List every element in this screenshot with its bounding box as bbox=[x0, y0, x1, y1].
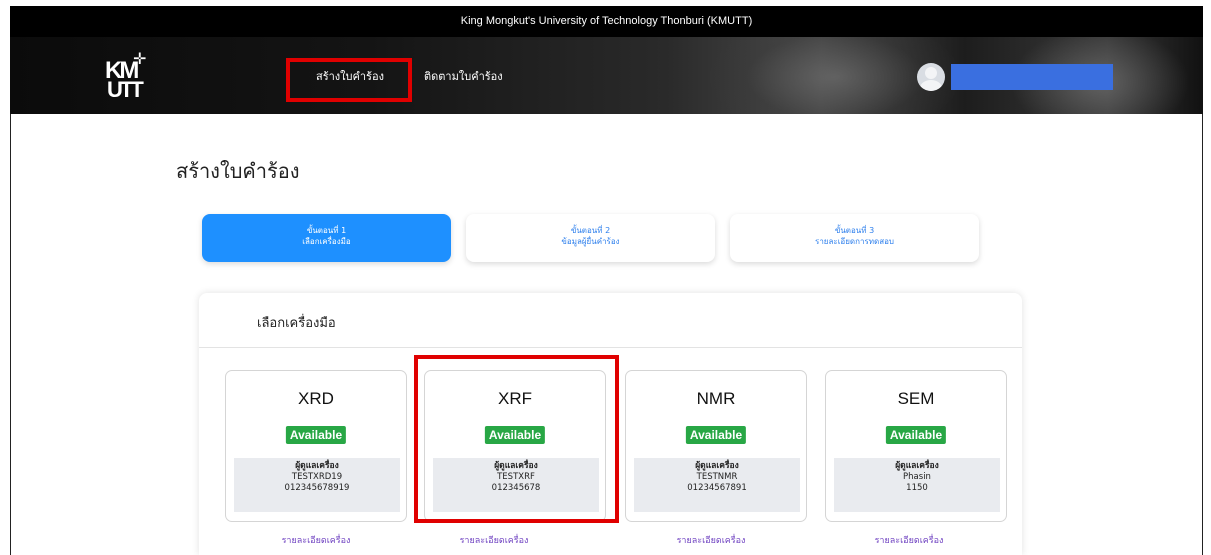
caretaker-name: TESTXRD19 bbox=[291, 472, 343, 482]
instrument-name: NMR bbox=[696, 389, 736, 408]
instrument-name: SEM bbox=[897, 389, 935, 408]
instrument-card-nmr[interactable]: NMR Available ผู้ดูแลเครื่อง TESTNMR 012… bbox=[625, 370, 807, 522]
kmutt-logo[interactable]: ✛ KM UTT bbox=[105, 49, 185, 103]
user-avatar[interactable] bbox=[917, 63, 945, 91]
user-name-redacted[interactable] bbox=[951, 64, 1113, 90]
step-1-tab[interactable]: ขั้นตอนที่ 1 เลือกเครื่องมือ bbox=[202, 214, 451, 262]
caretaker-label: ผู้ดูแลเครื่อง bbox=[695, 461, 739, 471]
step-3-tab[interactable]: ขั้นตอนที่ 3 รายละเอียดการทดสอบ bbox=[730, 214, 979, 262]
caretaker-info: ผู้ดูแลเครื่อง TESTXRD19 012345678919 bbox=[234, 458, 400, 512]
page-title: สร้างใบคำร้อง bbox=[176, 161, 300, 183]
step-2-tab[interactable]: ขั้นตอนที่ 2 ข้อมูลผู้ยื่นคำร้อง bbox=[466, 214, 715, 262]
step-3-label: ขั้นตอนที่ 3 bbox=[834, 226, 875, 235]
caretaker-phone: 1150 bbox=[906, 483, 928, 493]
step-3-desc: รายละเอียดการทดสอบ bbox=[815, 237, 894, 246]
status-badge: Available bbox=[885, 426, 947, 444]
highlight-box-nav bbox=[286, 58, 412, 102]
detail-link-nmr[interactable]: รายละเอียดเครื่อง bbox=[620, 533, 802, 547]
app-frame: King Mongkut's University of Technology … bbox=[0, 0, 1211, 555]
step-1-desc: เลือกเครื่องมือ bbox=[302, 237, 351, 246]
nav-track-request[interactable]: ติดตามใบคำร้อง bbox=[424, 67, 503, 85]
detail-link-sem[interactable]: รายละเอียดเครื่อง bbox=[818, 533, 1000, 547]
step-2-label: ขั้นตอนที่ 2 bbox=[570, 226, 611, 235]
panel-header: เลือกเครื่องมือ bbox=[199, 293, 1022, 348]
caretaker-name: TESTNMR bbox=[696, 472, 738, 482]
avatar-head-icon bbox=[925, 67, 937, 79]
caretaker-name: Phasin bbox=[903, 472, 931, 482]
caretaker-label: ผู้ดูแลเครื่อง bbox=[295, 461, 339, 471]
instrument-card-sem[interactable]: SEM Available ผู้ดูแลเครื่อง Phasin 1150 bbox=[825, 370, 1007, 522]
detail-link-xrd[interactable]: รายละเอียดเครื่อง bbox=[225, 533, 407, 547]
caretaker-phone: 01234567891 bbox=[687, 483, 747, 493]
instrument-name: XRD bbox=[298, 389, 334, 408]
university-banner: King Mongkut's University of Technology … bbox=[10, 6, 1203, 37]
step-1-label: ขั้นตอนที่ 1 bbox=[306, 226, 347, 235]
logo-text-bottom: UTT bbox=[107, 77, 144, 102]
caretaker-info: ผู้ดูแลเครื่อง Phasin 1150 bbox=[834, 458, 1000, 512]
step-2-desc: ข้อมูลผู้ยื่นคำร้อง bbox=[561, 237, 620, 246]
caretaker-info: ผู้ดูแลเครื่อง TESTNMR 01234567891 bbox=[634, 458, 800, 512]
status-badge: Available bbox=[685, 426, 747, 444]
caretaker-phone: 012345678919 bbox=[284, 483, 350, 493]
highlight-box-xrf bbox=[414, 355, 619, 523]
caretaker-label: ผู้ดูแลเครื่อง bbox=[895, 461, 939, 471]
status-badge: Available bbox=[285, 426, 347, 444]
panel-title: เลือกเครื่องมือ bbox=[257, 315, 336, 330]
instrument-card-xrd[interactable]: XRD Available ผู้ดูแลเครื่อง TESTXRD19 0… bbox=[225, 370, 407, 522]
avatar-body-icon bbox=[920, 80, 942, 91]
detail-link-xrf[interactable]: รายละเอียดเครื่อง bbox=[403, 533, 585, 547]
